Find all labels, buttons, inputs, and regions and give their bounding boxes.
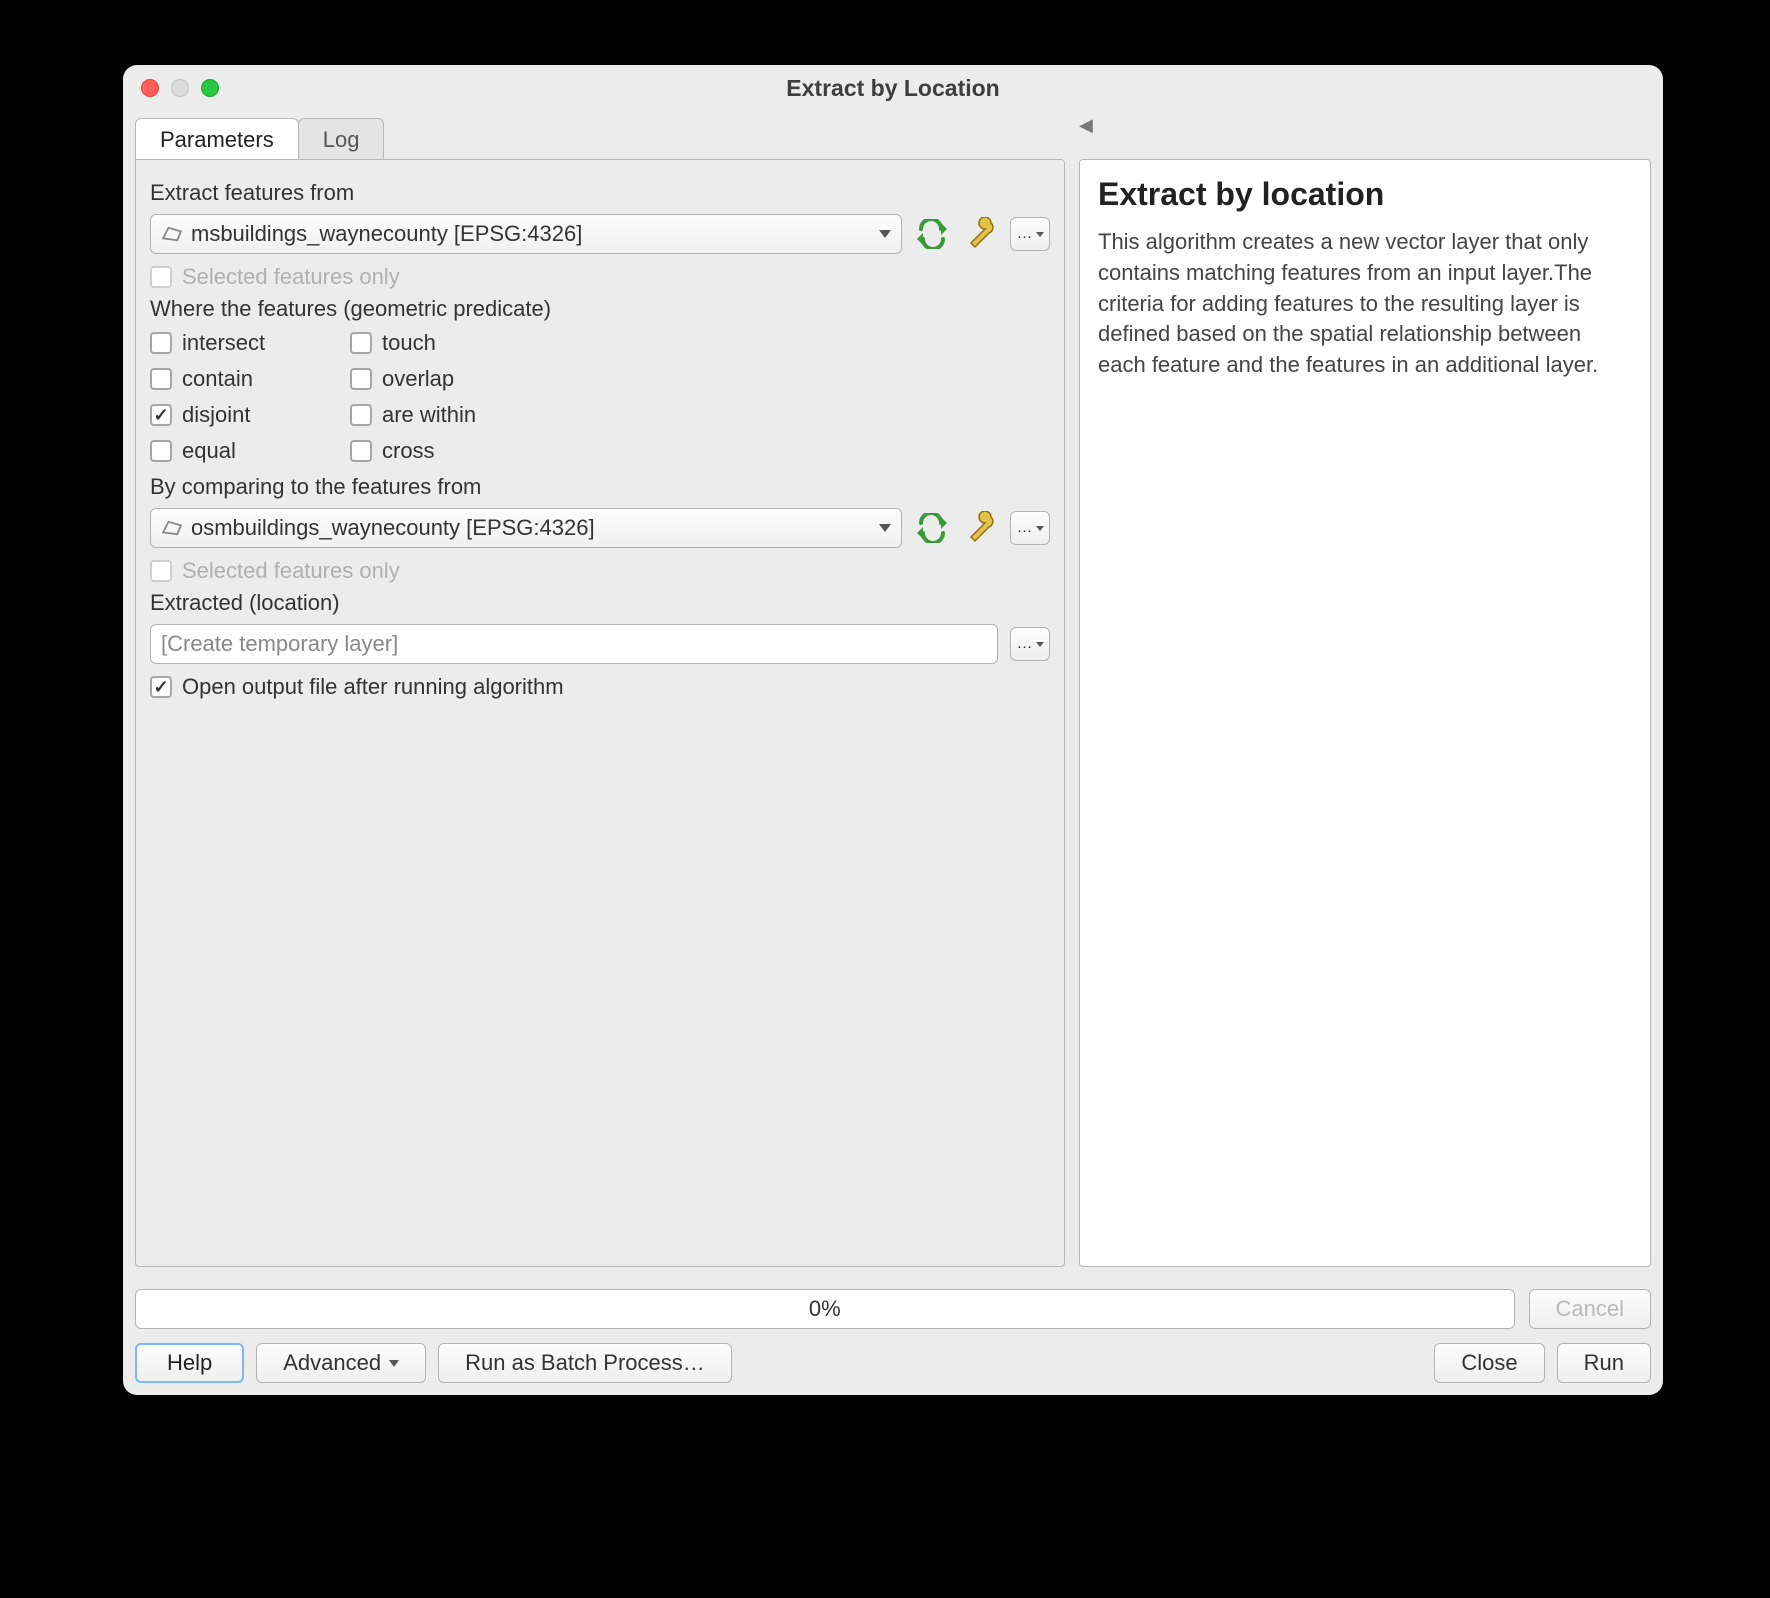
checkbox[interactable]	[150, 368, 172, 390]
chevron-down-icon	[1036, 642, 1044, 647]
checkbox-label: Open output file after running algorithm	[182, 674, 564, 700]
checkbox-label: Selected features only	[182, 558, 400, 584]
predicate-equal[interactable]: equal	[150, 438, 310, 464]
checkbox[interactable]	[350, 332, 372, 354]
predicate-overlap[interactable]: overlap	[350, 366, 550, 392]
dialog-window: Extract by Location Parameters Log Extra…	[123, 65, 1663, 1395]
checkbox-label: touch	[382, 330, 436, 356]
output-browse-button[interactable]: …	[1010, 627, 1050, 661]
chevron-down-icon	[879, 230, 891, 238]
parameters-panel: Extract features from msbuildings_waynec…	[135, 159, 1065, 1267]
checkbox-label: intersect	[182, 330, 265, 356]
upper-panes: Parameters Log Extract features from msb…	[135, 111, 1651, 1267]
progress-text: 0%	[809, 1296, 841, 1322]
checkbox[interactable]	[350, 440, 372, 462]
predicate-cross[interactable]: cross	[350, 438, 550, 464]
predicate-touch[interactable]: touch	[350, 330, 550, 356]
run-button[interactable]: Run	[1557, 1343, 1651, 1383]
help-pane: Extract by location This algorithm creat…	[1079, 159, 1651, 1267]
titlebar: Extract by Location	[123, 65, 1663, 111]
checkbox-label: are within	[382, 402, 476, 428]
button-label: Advanced	[283, 1350, 381, 1376]
output-path-input[interactable]: [Create temporary layer]	[150, 624, 998, 664]
iterate-features-button[interactable]	[914, 510, 950, 546]
checkbox-label: disjoint	[182, 402, 250, 428]
refresh-icon	[915, 513, 949, 543]
advanced-button[interactable]: Advanced	[256, 1343, 426, 1383]
zoom-window-button[interactable]	[201, 79, 219, 97]
progress-bar: 0%	[135, 1289, 1515, 1329]
predicate-disjoint[interactable]: disjoint	[150, 402, 310, 428]
checkbox-label: contain	[182, 366, 253, 392]
output-label: Extracted (location)	[150, 590, 1050, 616]
ellipsis-icon: …	[1017, 519, 1033, 537]
tab-log[interactable]: Log	[298, 118, 385, 159]
selected-features-only-2: Selected features only	[150, 558, 1050, 584]
predicate-are-within[interactable]: are within	[350, 402, 550, 428]
checkbox[interactable]	[150, 676, 172, 698]
compare-browse-button[interactable]: …	[1010, 511, 1050, 545]
extract-from-label: Extract features from	[150, 180, 1050, 206]
cancel-button: Cancel	[1529, 1289, 1651, 1329]
open-output-checkbox[interactable]: Open output file after running algorithm	[150, 674, 1050, 700]
window-title: Extract by Location	[123, 75, 1663, 102]
checkbox-label: cross	[382, 438, 435, 464]
checkbox[interactable]	[150, 332, 172, 354]
ellipsis-icon: …	[1017, 225, 1033, 243]
checkbox[interactable]	[150, 440, 172, 462]
predicate-intersect[interactable]: intersect	[150, 330, 310, 356]
close-button[interactable]: Close	[1434, 1343, 1544, 1383]
progress-row: 0% Cancel	[135, 1289, 1651, 1329]
checkbox[interactable]	[150, 404, 172, 426]
advanced-options-button[interactable]	[962, 216, 998, 252]
checkbox	[150, 266, 172, 288]
collapse-help-icon[interactable]: ◀	[1079, 115, 1093, 136]
left-pane: Parameters Log Extract features from msb…	[135, 111, 1065, 1267]
extract-from-browse-button[interactable]: …	[1010, 217, 1050, 251]
predicate-contain[interactable]: contain	[150, 366, 310, 392]
checkbox-label: Selected features only	[182, 264, 400, 290]
polygon-layer-icon	[161, 226, 183, 242]
close-window-button[interactable]	[141, 79, 159, 97]
predicate-grid: intersect touch contain overlap disjoint…	[150, 330, 1050, 464]
help-button[interactable]: Help	[135, 1343, 244, 1383]
chevron-down-icon	[879, 524, 891, 532]
compare-combo[interactable]: osmbuildings_waynecounty [EPSG:4326]	[150, 508, 902, 548]
chevron-down-icon	[1036, 526, 1044, 531]
wrench-icon	[963, 511, 997, 545]
chevron-down-icon	[389, 1360, 399, 1367]
dialog-content: Parameters Log Extract features from msb…	[123, 111, 1663, 1395]
compare-value: osmbuildings_waynecounty [EPSG:4326]	[191, 515, 595, 541]
checkbox[interactable]	[350, 404, 372, 426]
output-placeholder: [Create temporary layer]	[161, 631, 398, 657]
checkbox-label: overlap	[382, 366, 454, 392]
chevron-down-icon	[1036, 232, 1044, 237]
run-batch-button[interactable]: Run as Batch Process…	[438, 1343, 732, 1383]
extract-from-combo[interactable]: msbuildings_waynecounty [EPSG:4326]	[150, 214, 902, 254]
refresh-icon	[915, 219, 949, 249]
tab-bar: Parameters Log	[135, 111, 1065, 159]
help-body: This algorithm creates a new vector laye…	[1098, 227, 1632, 381]
checkbox[interactable]	[350, 368, 372, 390]
polygon-layer-icon	[161, 520, 183, 536]
predicate-label: Where the features (geometric predicate)	[150, 296, 1050, 322]
checkbox-label: equal	[182, 438, 236, 464]
wrench-icon	[963, 217, 997, 251]
iterate-features-button[interactable]	[914, 216, 950, 252]
compare-label: By comparing to the features from	[150, 474, 1050, 500]
minimize-window-button[interactable]	[171, 79, 189, 97]
tab-parameters[interactable]: Parameters	[135, 118, 299, 159]
window-controls	[141, 79, 219, 97]
advanced-options-button[interactable]	[962, 510, 998, 546]
checkbox	[150, 560, 172, 582]
help-title: Extract by location	[1098, 176, 1632, 213]
selected-features-only-1: Selected features only	[150, 264, 1050, 290]
extract-from-value: msbuildings_waynecounty [EPSG:4326]	[191, 221, 582, 247]
footer-buttons: Help Advanced Run as Batch Process… Clos…	[135, 1343, 1651, 1383]
ellipsis-icon: …	[1017, 635, 1033, 653]
